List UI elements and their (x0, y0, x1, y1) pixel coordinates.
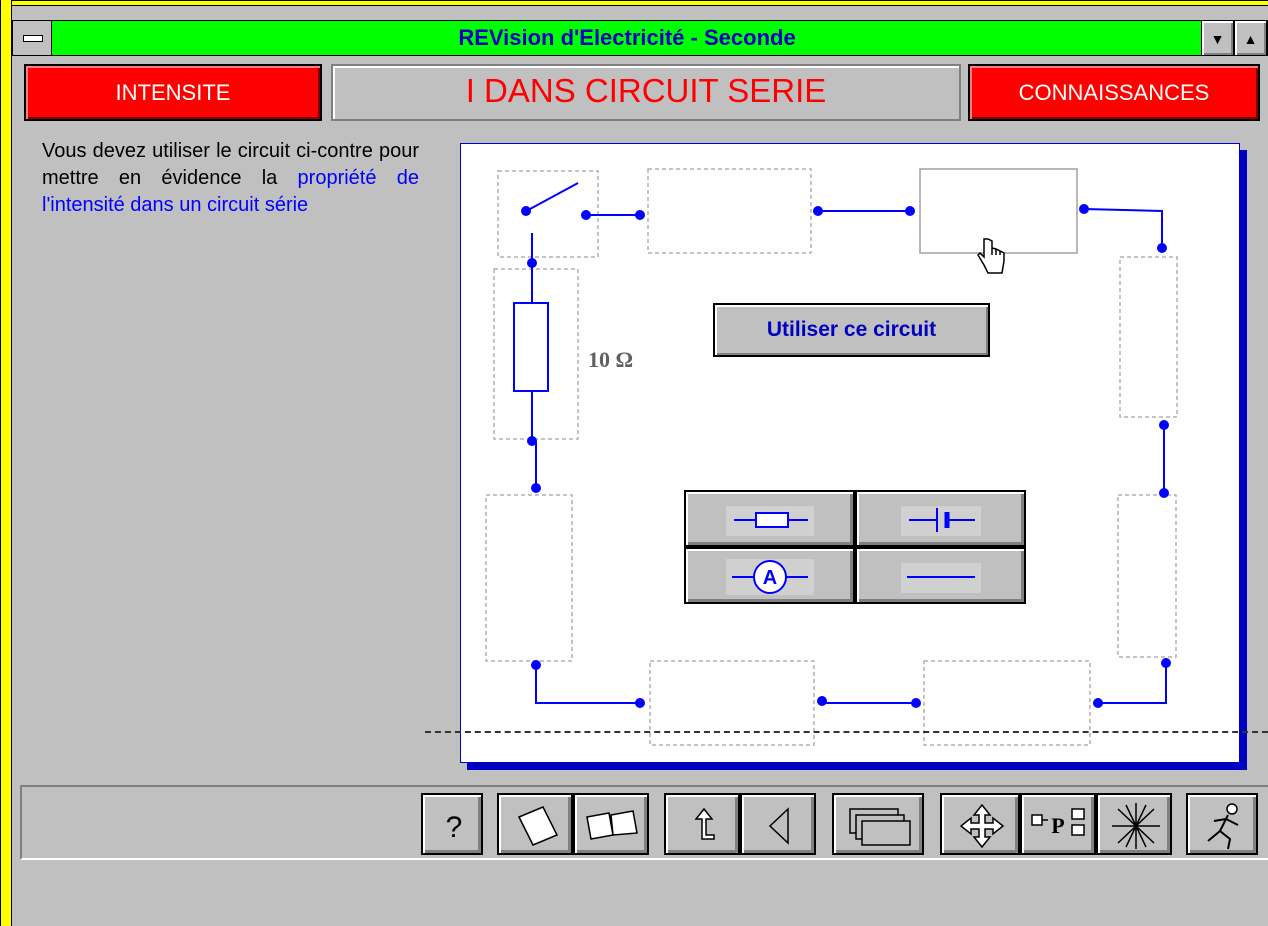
minimize-button[interactable]: ▼ (1201, 20, 1234, 56)
move-button[interactable] (940, 793, 1020, 855)
page-icon (517, 806, 559, 846)
separator-line (425, 731, 1268, 733)
back-button[interactable] (664, 793, 740, 855)
spark-icon (1112, 803, 1160, 849)
page-title: I DANS CIRCUIT SERIE (331, 64, 961, 121)
connection-dots (521, 204, 1171, 708)
palette-wire-button[interactable] (855, 547, 1026, 604)
book-icon (586, 810, 638, 840)
exit-button[interactable] (1186, 793, 1258, 855)
palette-ammeter-button[interactable]: A (684, 547, 855, 604)
circuit-wires (531, 208, 1167, 704)
system-menu-button[interactable] (12, 20, 52, 56)
windows-button[interactable] (832, 793, 924, 855)
previous-icon (768, 807, 789, 845)
page-button[interactable] (497, 793, 573, 855)
book-button[interactable] (573, 793, 649, 855)
connaissances-button[interactable]: CONNAISSANCES (968, 64, 1260, 121)
circuit-diagram: 10 Ω (485, 168, 1178, 746)
exit-runner-icon (1207, 803, 1239, 850)
resistor-symbol (513, 302, 549, 392)
instructions-text: Vous devez utiliser le circuit ci-contre… (42, 138, 419, 219)
slot-top-2-hover[interactable] (919, 168, 1078, 254)
ammeter-icon: A (726, 559, 814, 595)
resistor-value: 10 Ω (588, 347, 633, 372)
svg-text:P: P (1051, 813, 1064, 838)
switch-symbol (529, 182, 579, 210)
window-title: REVision d'Electricité - Seconde (458, 25, 796, 50)
previous-button[interactable] (740, 793, 816, 855)
intensite-button[interactable]: INTENSITE (24, 64, 322, 121)
resistor-icon (726, 506, 814, 536)
help-button[interactable]: ? (421, 793, 483, 855)
window-frame-top (0, 0, 1268, 6)
system-menu-icon (23, 35, 43, 42)
help-icon: ? (446, 811, 463, 844)
spark-button[interactable] (1096, 793, 1172, 855)
palette-battery-button[interactable] (855, 490, 1026, 547)
maximize-button[interactable]: ▲ (1234, 20, 1267, 56)
wire-icon (901, 563, 981, 593)
slot-top-1[interactable] (647, 168, 812, 254)
back-arrow-icon (694, 807, 715, 840)
move-icon (959, 803, 1005, 849)
ammeter-letter: A (763, 567, 777, 589)
palette-resistor-button[interactable] (684, 490, 855, 547)
windows-icon (849, 808, 911, 846)
help-label: ? (446, 811, 463, 844)
slot-right-1[interactable] (1119, 256, 1178, 418)
program-icon: P (1031, 808, 1085, 838)
slot-left-2[interactable] (485, 494, 573, 662)
window-frame-left (0, 0, 12, 926)
battery-icon (901, 506, 981, 536)
slot-right-2[interactable] (1117, 494, 1177, 658)
use-circuit-button[interactable]: Utiliser ce circuit (713, 303, 990, 357)
program-button[interactable]: P (1020, 793, 1096, 855)
